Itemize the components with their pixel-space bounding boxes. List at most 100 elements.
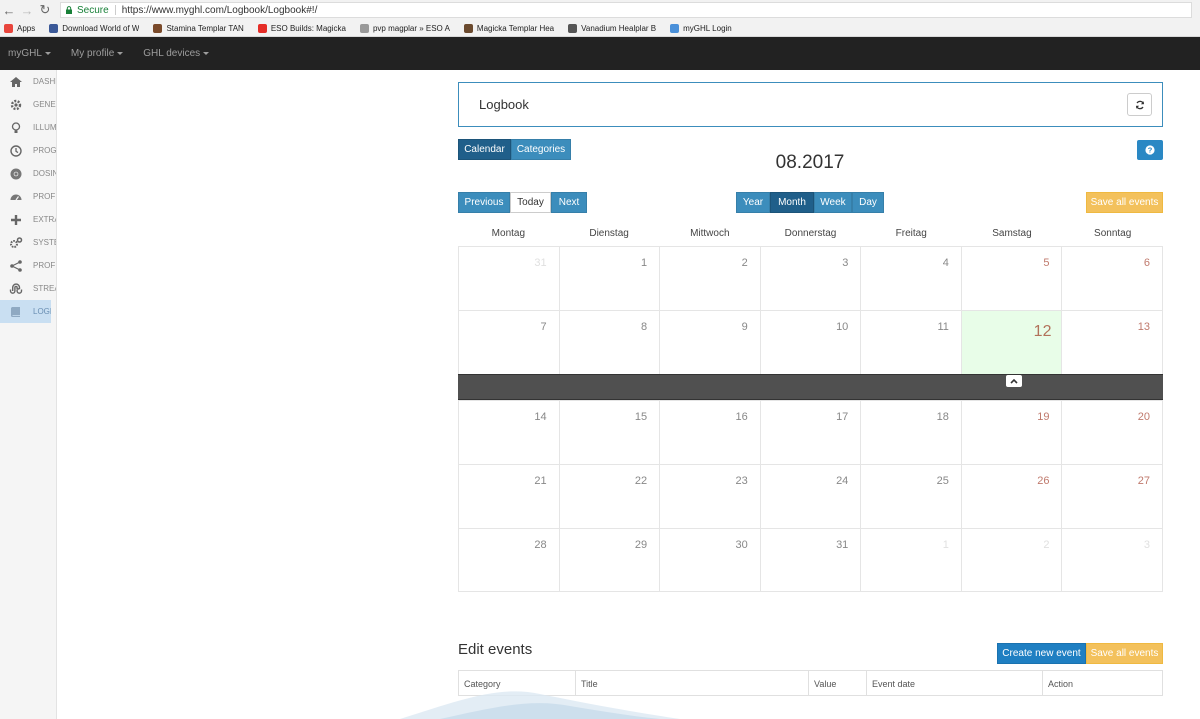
view-year-button[interactable]: Year [736, 192, 770, 213]
column-header-event-date[interactable]: Event date [867, 671, 1043, 695]
create-new-event-button[interactable]: Create new event [997, 643, 1086, 664]
view-day-button[interactable]: Day [852, 192, 884, 213]
calendar-day-cell[interactable]: 26 [960, 464, 1062, 528]
collapse-button[interactable] [1006, 375, 1022, 387]
calendar-day-cell[interactable]: 13 [1061, 310, 1164, 374]
calendar-day-cell[interactable]: 3 [1061, 528, 1164, 592]
calendar-day-cell[interactable]: 1 [558, 246, 660, 310]
calendar-day-cell[interactable]: 2 [659, 246, 760, 310]
reload-icon[interactable]: ↻ [36, 1, 54, 19]
calendar-day-cell[interactable]: 21 [458, 464, 559, 528]
nav-menu-0[interactable]: myGHL [0, 48, 59, 59]
favicon-icon [153, 23, 163, 33]
favicon-icon [257, 23, 267, 33]
bookmark-item[interactable]: myGHL Login [670, 23, 732, 33]
favicon-icon [670, 23, 680, 33]
next-button[interactable]: Next [551, 192, 587, 213]
home-icon [9, 75, 23, 89]
calendar-day-cell[interactable]: 19 [960, 400, 1062, 464]
tab-categories[interactable]: Categories [511, 139, 571, 160]
calendar-day-cell[interactable]: 23 [659, 464, 760, 528]
bookmark-item[interactable]: Vanadium Healplar B [568, 23, 656, 33]
sidebar-item-label: DOSING [33, 169, 56, 178]
calendar-day-cell[interactable]: 31 [458, 246, 559, 310]
calendar-day-cell[interactable]: 7 [458, 310, 559, 374]
calendar-day-cell[interactable]: 25 [860, 464, 961, 528]
day-number: 1 [942, 539, 949, 551]
calendar-day-cell[interactable]: 5 [960, 246, 1062, 310]
gears-icon [9, 236, 23, 250]
calendar-day-cell[interactable]: 20 [1061, 400, 1164, 464]
calendar-day-cell[interactable]: 11 [860, 310, 961, 374]
save-all-events-button[interactable]: Save all events [1086, 192, 1163, 213]
save-all-events-bottom-button[interactable]: Save all events [1086, 643, 1163, 664]
caret-down-icon [117, 52, 124, 55]
sidebar-item-extras[interactable]: EXTRAS [0, 208, 56, 231]
day-number: 26 [1037, 475, 1050, 487]
bulb-icon [9, 121, 23, 135]
calendar-day-cell[interactable]: 18 [860, 400, 961, 464]
sidebar-item-stream[interactable]: STREAM [0, 277, 56, 300]
forward-icon[interactable]: → [18, 1, 36, 19]
bookmark-item[interactable]: Stamina Templar TAN [153, 23, 244, 33]
calendar-day-cell[interactable]: 22 [558, 464, 660, 528]
sidebar-item-dashboard[interactable]: DASHBOARD [0, 70, 56, 93]
url-field[interactable]: Secure https://www.myghl.com/Logbook/Log… [60, 2, 1192, 18]
column-header-value[interactable]: Value [809, 671, 867, 695]
calendar-day-today[interactable]: 12 [960, 310, 1062, 374]
calendar-day-cell[interactable]: 4 [860, 246, 961, 310]
calendar-day-cell[interactable]: 3 [759, 246, 861, 310]
sidebar-item-illumination[interactable]: ILLUMINATION [0, 116, 56, 139]
calendar-day-cell[interactable]: 9 [659, 310, 760, 374]
bookmark-item[interactable]: pvp magplar » ESO A [359, 23, 450, 33]
sidebar-item-label: LOGBOOK [33, 307, 51, 316]
calendar-day-cell[interactable]: 17 [759, 400, 861, 464]
calendar-day-cell[interactable]: 14 [458, 400, 559, 464]
bookmarks-bar: Apps Download World of W Stamina Templar T… [0, 20, 1200, 37]
calendar-day-cell[interactable]: 28 [458, 528, 559, 592]
calendar-day-cell[interactable]: 8 [558, 310, 660, 374]
calendar-day-cell[interactable]: 31 [759, 528, 861, 592]
view-week-button[interactable]: Week [814, 192, 852, 213]
calendar-day-cell[interactable]: 29 [558, 528, 660, 592]
calendar-day-cell[interactable]: 16 [659, 400, 760, 464]
day-number: 9 [741, 321, 748, 333]
bookmark-item[interactable]: Magicka Templar Hea [463, 23, 554, 33]
sidebar-item-program[interactable]: PROGRAM [0, 139, 56, 162]
calendar-day-cell[interactable]: 6 [1061, 246, 1164, 310]
calendar-day-cell[interactable]: 24 [759, 464, 861, 528]
day-number: 17 [836, 411, 849, 423]
bookmark-item[interactable]: Download World of W [49, 23, 139, 33]
share-icon [9, 259, 23, 273]
nav-menu-2[interactable]: GHL devices [135, 48, 217, 59]
chevron-up-icon [1010, 378, 1018, 384]
calendar-week-row: 28 29 30 31 1 2 3 [458, 528, 1164, 592]
bookmark-item[interactable]: ESO Builds: Magicka [257, 23, 346, 33]
calendar-day-cell[interactable]: 27 [1061, 464, 1164, 528]
nav-menu-1[interactable]: My profile [63, 48, 131, 59]
calendar-day-cell[interactable]: 10 [759, 310, 861, 374]
sidebar-item-system[interactable]: SYSTEM [0, 231, 56, 254]
view-month-button[interactable]: Month [770, 192, 814, 213]
sidebar-item-logbook[interactable]: LOGBOOK [0, 300, 51, 323]
calendar-day-cell[interactable]: 2 [960, 528, 1062, 592]
bookmark-item[interactable]: Apps [4, 23, 35, 33]
sidebar-item-general[interactable]: GENERAL [0, 93, 56, 116]
sidebar-item-dosing[interactable]: DOSING [0, 162, 56, 185]
refresh-button[interactable] [1127, 93, 1152, 116]
help-button[interactable]: ? [1137, 140, 1163, 160]
calendar-day-cell[interactable]: 15 [558, 400, 660, 464]
previous-button[interactable]: Previous [458, 192, 510, 213]
favicon-icon [49, 23, 59, 33]
back-icon[interactable]: ← [0, 1, 18, 19]
sidebar-item-profiles[interactable]: PROFILES [0, 185, 56, 208]
column-header-action[interactable]: Action [1043, 671, 1162, 695]
tab-calendar[interactable]: Calendar [458, 139, 511, 160]
today-button[interactable]: Today [510, 192, 551, 213]
calendar-day-cell[interactable]: 30 [659, 528, 760, 592]
nav-menu-label: myGHL [8, 48, 42, 59]
sidebar-item-profililux[interactable]: PROFILILUX [0, 254, 56, 277]
calendar-day-cell[interactable]: 1 [860, 528, 961, 592]
lock-icon [66, 6, 72, 14]
day-number: 16 [735, 411, 748, 423]
